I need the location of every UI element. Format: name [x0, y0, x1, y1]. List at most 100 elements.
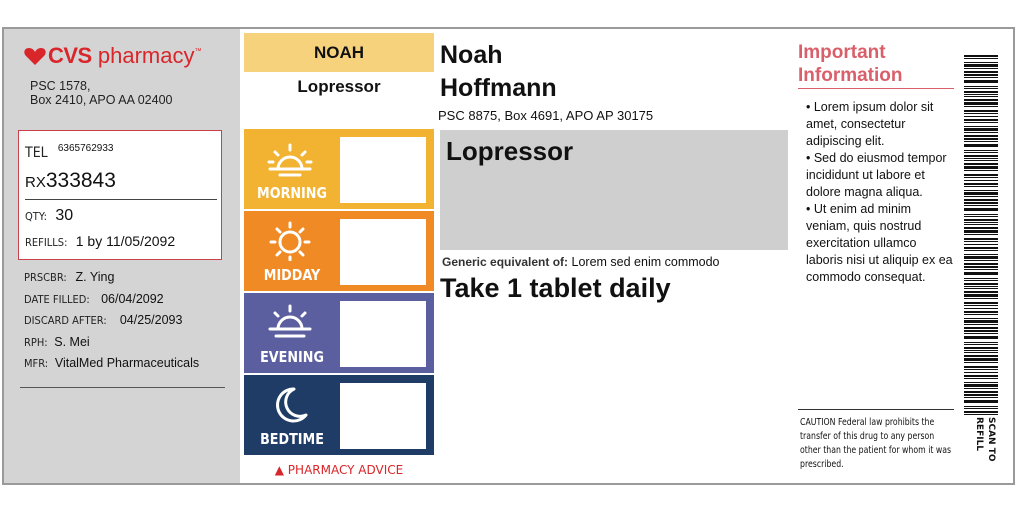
- barcode-bar: [964, 163, 998, 165]
- barcode-bar: [964, 177, 998, 178]
- barcode-bar: [964, 122, 998, 123]
- barcode-bar: [964, 366, 998, 368]
- drug-name-small: Lopressor: [297, 77, 381, 96]
- generic-equivalent: Generic equivalent of: Lorem sed enim co…: [442, 255, 720, 269]
- barcode-bar: [964, 278, 998, 279]
- barcode-bar: [964, 180, 998, 181]
- barcode-bar: [964, 119, 998, 121]
- refills-label: REFILLS:: [25, 236, 68, 249]
- barcode-bar: [964, 91, 998, 93]
- barcode-bar: [964, 318, 998, 319]
- prescriber-row: PRSCBR: Z. Ying: [24, 267, 199, 289]
- barcode-bar: [964, 372, 998, 373]
- barcode-bar: [964, 397, 998, 398]
- barcode-bar: [964, 342, 998, 343]
- sunrise-icon: [266, 139, 314, 179]
- barcode-bar: [964, 406, 998, 407]
- mfr-label: MFR:: [24, 357, 49, 370]
- barcode-bar: [964, 344, 998, 345]
- slot-label-bedtime: BEDTIME: [260, 430, 324, 448]
- barcode-bar: [964, 256, 998, 259]
- important-title-line1: Important: [798, 42, 886, 63]
- barcode-bar: [964, 160, 998, 161]
- slot-box-bedtime: [340, 383, 426, 449]
- logo-suffix: pharmacy: [97, 43, 195, 68]
- barcode-bar: [964, 247, 998, 249]
- barcode-bar: [964, 391, 998, 393]
- date-filled-label: DATE FILLED:: [24, 292, 90, 306]
- rph-row: RPH: S. Mei: [24, 332, 199, 354]
- slot-label-midday: MIDDAY: [263, 266, 321, 284]
- logo-trademark: ™: [194, 48, 202, 55]
- barcode-bar: [964, 152, 998, 153]
- slot-label-morning: MORNING: [257, 184, 327, 202]
- store-address-line2: Box 2410, APO AA 02400: [30, 93, 173, 107]
- barcode-bar: [964, 394, 998, 396]
- barcode-bar: [964, 250, 998, 251]
- barcode-bar: [964, 113, 998, 114]
- signature-line: [20, 387, 225, 388]
- barcode-bar: [964, 291, 998, 293]
- store-address-line1: PSC 1578,: [30, 79, 91, 93]
- barcode-bar: [964, 362, 998, 363]
- barcode-bar: [964, 62, 998, 63]
- slot-midday: MIDDAY: [244, 211, 434, 291]
- barcode-bar: [964, 298, 998, 299]
- mfr-row: MFR: VitalMed Pharmaceuticals: [24, 353, 199, 375]
- patient-name: Noah Hoffmann: [440, 39, 557, 105]
- discard-label: DISCARD AFTER:: [24, 314, 107, 327]
- barcode-bar: [964, 408, 998, 409]
- rx-divider: [25, 199, 217, 200]
- barcode-bar: [964, 227, 998, 229]
- slot-label-evening: EVENING: [260, 348, 324, 366]
- rx-label: RX: [25, 174, 46, 191]
- important-title-line2: Information: [798, 65, 903, 86]
- barcode-bar: [964, 324, 998, 325]
- barcode-bar: [964, 106, 998, 107]
- barcode-bar: [964, 74, 998, 76]
- rx-number: 333843: [45, 169, 116, 192]
- logo-brand: CVS: [48, 43, 92, 68]
- barcode-bar: [964, 305, 998, 306]
- discard-value: 04/25/2093: [119, 313, 183, 327]
- dosage-schedule: NOAH Lopressor MORNING MIDDAY EVENING BE…: [244, 29, 434, 483]
- barcode-bar: [964, 400, 998, 403]
- barcode-bar: [964, 208, 998, 211]
- barcode-bar: [964, 311, 998, 313]
- tel-label: TEL: [25, 145, 48, 161]
- refill-barcode[interactable]: [964, 53, 998, 425]
- barcode-bar: [964, 266, 998, 268]
- barcode-bar: [964, 205, 998, 206]
- barcode-bar: [964, 286, 998, 287]
- store-address: PSC 1578, Box 2410, APO AA 02400: [30, 79, 172, 107]
- barcode-bar: [964, 80, 998, 83]
- barcode-bar: [964, 110, 998, 112]
- barcode-bar: [964, 138, 998, 140]
- barcode-bar: [964, 388, 998, 389]
- patient-address: PSC 8875, Box 4691, APO AP 30175: [438, 108, 654, 123]
- important-bullet: • Ut enim ad minim veniam, quis nostrud …: [806, 202, 953, 284]
- barcode-bar: [964, 234, 998, 235]
- barcode-bar: [964, 99, 998, 101]
- barcode-bar: [964, 219, 998, 221]
- barcode-bar: [964, 288, 998, 289]
- barcode-bar: [964, 170, 998, 171]
- tel-number: 6365762933: [57, 143, 114, 154]
- barcode-bar: [964, 144, 998, 147]
- barcode-bar: [964, 224, 998, 225]
- barcode-bar: [964, 214, 998, 215]
- prescriber-label: PRSCBR:: [24, 271, 67, 284]
- prescription-label: CVS pharmacy™ PSC 1578, Box 2410, APO AA…: [2, 27, 1015, 485]
- caution-divider: [798, 409, 954, 410]
- barcode-bar: [964, 336, 998, 339]
- qty-value: 30: [55, 207, 74, 224]
- barcode-bar: [964, 55, 998, 57]
- moon-icon: [266, 385, 314, 425]
- barcode-bar: [964, 150, 998, 151]
- barcode-bar: [964, 384, 998, 387]
- barcode-bar: [964, 68, 998, 69]
- barcode-bar: [964, 333, 998, 334]
- barcode-bar: [964, 280, 998, 281]
- barcode-bar: [964, 196, 998, 197]
- directions: Take 1 tablet daily: [440, 273, 671, 303]
